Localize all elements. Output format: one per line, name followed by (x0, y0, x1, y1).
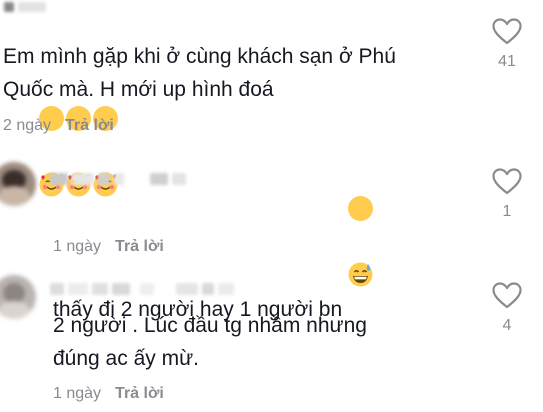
comment-item: Em mình gặp khi ở cùng khách sạn ở Phú Q… (0, 0, 543, 197)
like-count: 41 (498, 53, 516, 70)
comment-timestamp: 1 ngày (53, 238, 102, 255)
comment-item: thấy đi 2 người hay 1 người bn 1 ngày Tr… (0, 150, 543, 321)
comment-meta: 2 ngày Trả lời (3, 117, 114, 135)
comment-meta: 1 ngày Trả lời (53, 238, 164, 256)
comment-meta: 1 ngày Trả lời (53, 385, 164, 403)
heart-outline-icon (492, 282, 522, 309)
comment-item: 2 người . Lúc đầu tg nhầm nhưng đúng ac … (0, 265, 543, 412)
comment-text: 2 người . Lúc đầu tg nhầm nhưng đúng ac … (53, 314, 367, 370)
like-count: 4 (502, 317, 512, 334)
avatar[interactable] (0, 275, 36, 319)
avatar[interactable] (0, 162, 36, 206)
like-count: 1 (502, 203, 512, 220)
grinning-face-with-sweat-icon (348, 196, 374, 287)
reply-button[interactable]: Trả lời (115, 385, 164, 403)
like-button[interactable]: 4 (487, 282, 527, 335)
reply-button[interactable]: Trả lời (65, 117, 114, 135)
username-blurred[interactable] (4, 2, 46, 12)
like-button[interactable]: 1 (487, 168, 527, 221)
username-blurred[interactable] (50, 283, 234, 295)
username-blurred[interactable] (50, 173, 186, 185)
like-button[interactable]: 41 (487, 18, 527, 71)
comment-timestamp: 2 ngày (3, 117, 52, 134)
heart-outline-icon (492, 18, 522, 45)
comment-timestamp: 1 ngày (53, 385, 102, 402)
reply-button[interactable]: Trả lời (115, 238, 164, 256)
heart-outline-icon (492, 168, 522, 195)
